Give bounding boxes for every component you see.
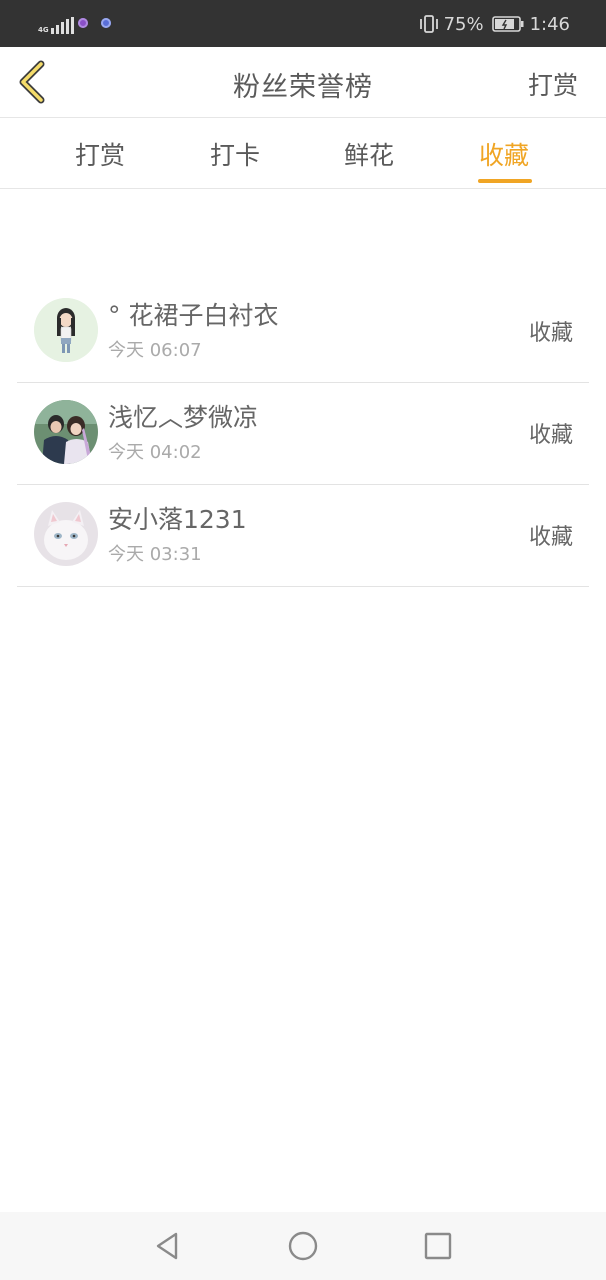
avatar-girl-icon xyxy=(34,298,98,362)
browser-notification-icon xyxy=(101,18,111,28)
recents-square-icon[interactable] xyxy=(422,1230,454,1262)
tab-checkin[interactable]: 打卡 xyxy=(210,136,260,172)
tab-favorites[interactable]: 收藏 xyxy=(479,136,529,172)
page-title: 粉丝荣誉榜 xyxy=(233,72,373,103)
system-nav-bar xyxy=(0,1212,606,1280)
avatar-white-cat-icon xyxy=(34,502,98,566)
list-item[interactable]: ° 花裙子白衬衣 今天 06:07 收藏 xyxy=(17,280,589,383)
user-name: ° 花裙子白衬衣 xyxy=(108,301,279,330)
signal-icon xyxy=(50,17,74,34)
timestamp: 今天 04:02 xyxy=(108,442,202,463)
reward-action-button[interactable]: 打赏 xyxy=(528,66,578,102)
item-type-label: 收藏 xyxy=(528,423,573,448)
status-right-group: 75% 1:46 xyxy=(418,12,570,36)
battery-icon xyxy=(491,16,524,32)
avatar xyxy=(34,400,98,464)
avatar xyxy=(34,502,98,566)
clock-time: 1:46 xyxy=(529,13,570,35)
active-tab-indicator xyxy=(478,179,532,183)
user-name: 安小落1231 xyxy=(108,505,247,534)
app-header: 粉丝荣誉榜 打赏 xyxy=(0,47,606,118)
vibrate-icon xyxy=(419,15,438,33)
avatar-couple-icon xyxy=(34,400,98,464)
user-name: 浅忆︿梦微凉 xyxy=(108,403,259,432)
list-item[interactable]: 浅忆︿梦微凉 今天 04:02 收藏 xyxy=(17,382,589,485)
app-notification-icon xyxy=(78,18,88,28)
status-bar: 4G 75% 1:46 xyxy=(0,0,606,47)
status-left-group: 4G xyxy=(38,12,74,34)
tab-reward[interactable]: 打赏 xyxy=(75,136,125,172)
timestamp: 今天 03:31 xyxy=(108,544,202,565)
back-triangle-icon[interactable] xyxy=(152,1230,184,1262)
item-type-label: 收藏 xyxy=(528,525,573,550)
battery-percent: 75% xyxy=(443,13,484,35)
item-type-label: 收藏 xyxy=(528,321,573,346)
network-type-label: 4G xyxy=(38,26,49,34)
list-item[interactable]: 安小落1231 今天 03:31 收藏 xyxy=(17,484,589,587)
avatar xyxy=(34,298,98,362)
tab-flowers[interactable]: 鲜花 xyxy=(344,136,394,172)
home-circle-icon[interactable] xyxy=(287,1230,319,1262)
timestamp: 今天 06:07 xyxy=(108,340,202,361)
